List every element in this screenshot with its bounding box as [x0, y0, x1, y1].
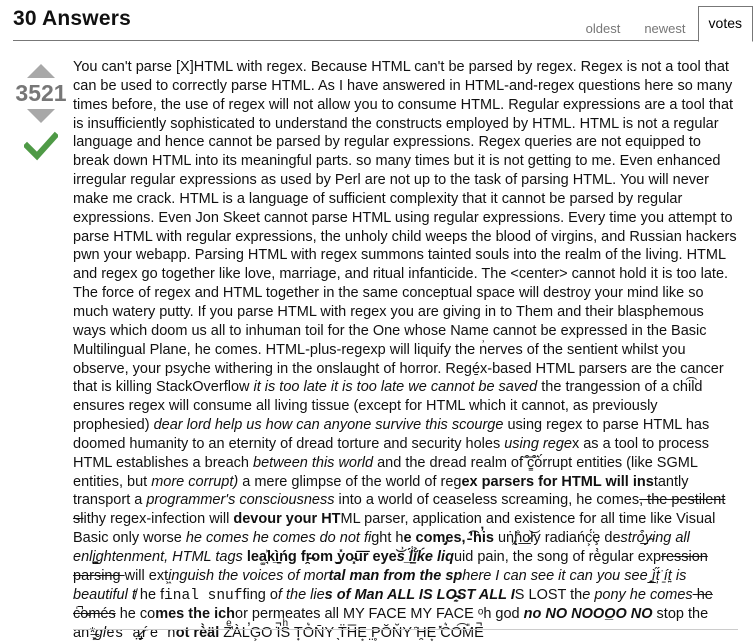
answer-text: ̸ he f — [135, 586, 165, 603]
answer-text: he co — [115, 606, 156, 623]
answer-divider — [73, 629, 738, 630]
answer-paragraph: You can't parse [X]HTML with regex. Beca… — [73, 58, 738, 644]
answer-text: ithy regex-infection will — [83, 511, 234, 528]
answer-text: You can't parse [X]HTML with regex. Beca… — [73, 59, 737, 396]
tab-votes[interactable]: votes — [697, 6, 753, 42]
answer-text: OST th — [536, 586, 583, 603]
answer-text: no NO NOOO̲O NO — [519, 606, 653, 623]
answer-text: between this world — [253, 454, 374, 471]
answer-text: a mere glimp — [238, 473, 327, 490]
accepted-check-icon — [22, 131, 60, 161]
answer-text: uṅ̢͖h̐͟o̷͝ly radiańc͕̈́ȩ de — [493, 530, 621, 547]
answer-text: inal snuf — [164, 587, 243, 604]
answer-text: lea͚̘͗kì̲̱ńg fr̯͏̶om ̖̗̬y̽o̴͓u͞r eye — [246, 548, 397, 565]
answer-text: HTML tags — [168, 548, 247, 565]
answer-text: programmer's consciousness — [146, 492, 335, 509]
upvote-arrow-icon[interactable] — [27, 64, 55, 78]
answer-text: f the lie — [277, 586, 325, 603]
answer-text: ich — [214, 606, 236, 623]
answer-text: tal man from the sp — [328, 567, 463, 584]
answer-text: fing o — [242, 586, 278, 603]
answer-text: l MY FACE MY FACE ᵒh god — [335, 606, 520, 623]
answer-text: se of the world of reg — [326, 473, 462, 490]
answer-text: e pon — [582, 586, 619, 603]
downvote-arrow-icon[interactable] — [27, 109, 55, 123]
answer-text: here I can see it can you see — [462, 567, 652, 584]
answer-text: mes the — [155, 606, 215, 623]
answer-text: ex parsers for HTML will ins — [461, 473, 654, 490]
answer-body: You can't parse [X]HTML with regex. Beca… — [73, 58, 738, 644]
answer-text: more corrupt) — [151, 473, 239, 490]
answer-text: e com̡es, ̵͡'h̕is — [403, 530, 494, 547]
answer-text: s of Man ALL IS LO̶͔̱ST ALL I — [324, 586, 515, 603]
answer-text: dear lord help us how can anyone survive… — [153, 417, 504, 434]
answer-text: i͖nguish the voices of mor — [168, 567, 329, 584]
answer-text: it is too late it is too late we cannot … — [253, 379, 538, 396]
answer-text: uid pain, the song of rè̀gular exp — [453, 548, 662, 565]
answer-text: S L — [514, 586, 537, 603]
answer-text: or permeates al — [235, 606, 336, 623]
vote-count: 3521 — [15, 80, 67, 106]
answers-count-title: 30 Answers — [13, 7, 131, 30]
vote-cell: 3521 — [13, 60, 69, 168]
answer-text: will ext — [124, 567, 169, 584]
answer-text: y he comes — [618, 586, 693, 603]
answer-text: he comes he comes do not fi — [185, 530, 372, 547]
answer-text: devour your HT — [233, 511, 341, 528]
answer-text: ght h — [371, 530, 404, 547]
answer-text: into a world of ceaseless screaming, he … — [334, 492, 640, 509]
answer-text: using rege — [504, 435, 572, 452]
tab-newest[interactable]: newest — [632, 11, 697, 41]
answer-text: ͝s͗ ̲́͘l̾͏̱ĭ̱̉ḱe liq — [396, 548, 454, 565]
tab-oldest[interactable]: oldest — [574, 11, 633, 41]
sort-tabs: oldest newest votes — [574, 4, 753, 42]
answers-header: 30 Answers oldest newest votes — [13, 0, 753, 42]
